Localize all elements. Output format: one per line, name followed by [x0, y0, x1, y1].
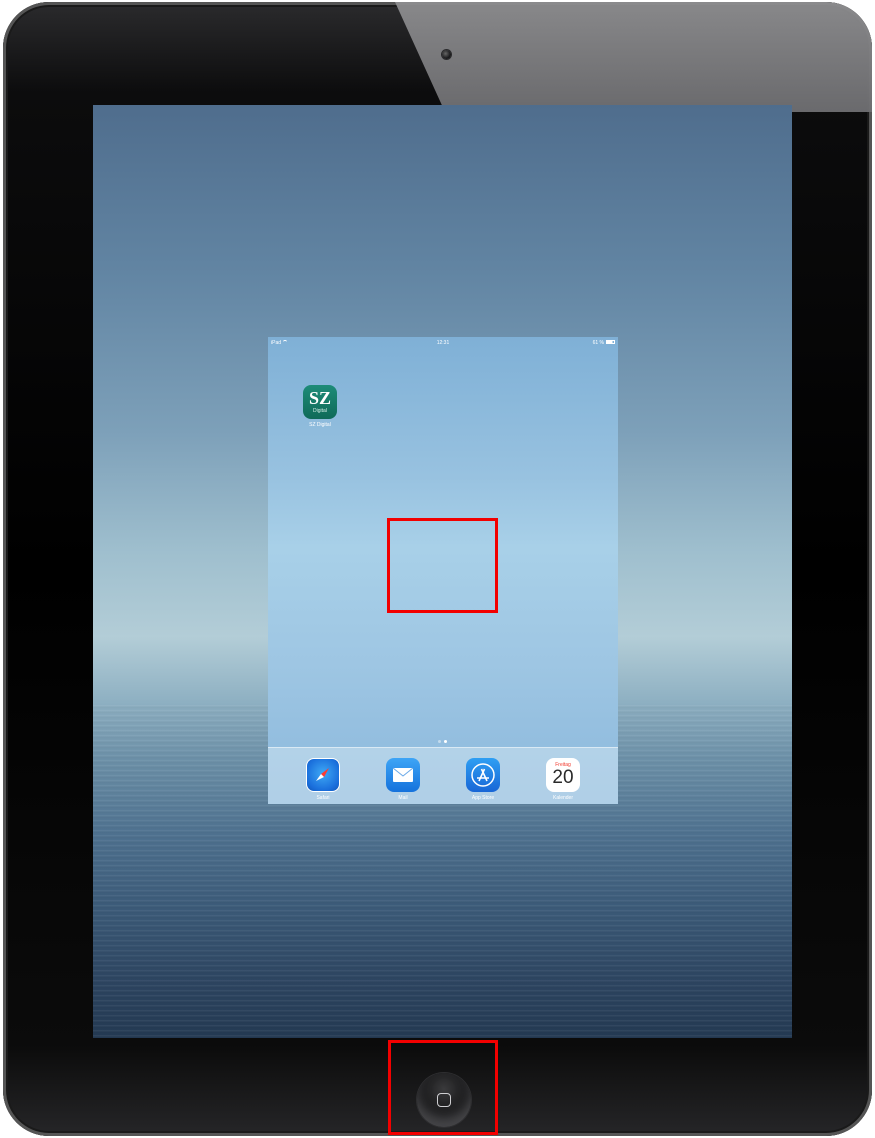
- calendar-icon: Freitag 20: [546, 758, 580, 792]
- sz-digital-icon-text: SZ: [308, 388, 332, 408]
- highlight-box-home-button: [388, 1040, 498, 1135]
- mail-icon: [386, 758, 420, 792]
- page-dot-1: [438, 740, 441, 743]
- app-label: Kalender: [552, 795, 573, 801]
- dock-app-safari[interactable]: Safari: [303, 758, 343, 801]
- dock: Safari Mail App Store Freitag 20 Kalende…: [268, 747, 618, 804]
- sz-digital-icon-subtext: Digital: [313, 408, 327, 414]
- app-store-icon: [466, 758, 500, 792]
- highlight-box-screen-center: [387, 518, 498, 613]
- battery-icon: [606, 340, 615, 344]
- frame-glare: [395, 2, 872, 112]
- dock-app-kalender[interactable]: Freitag 20 Kalender: [543, 758, 583, 801]
- safari-icon: [306, 758, 340, 792]
- dock-app-app-store[interactable]: App Store: [463, 758, 503, 801]
- dock-app-mail[interactable]: Mail: [383, 758, 423, 801]
- app-label: Mail: [398, 795, 408, 801]
- sz-digital-icon: SZ Digital: [303, 385, 337, 419]
- calendar-date: 20: [552, 767, 574, 788]
- app-sz-digital[interactable]: SZ Digital SZ Digital: [300, 385, 340, 428]
- app-label: SZ Digital: [309, 422, 331, 428]
- status-battery-text: 61 %: [592, 340, 604, 346]
- app-label: App Store: [471, 795, 495, 801]
- status-bar: iPad 12:31 61 %: [268, 337, 618, 349]
- status-time: 12:31: [436, 340, 450, 346]
- front-camera-icon: [442, 50, 451, 59]
- ipad-illustration: iPad 12:31 61 % SZ Digital SZ Digital Sa…: [0, 0, 875, 1138]
- app-label: Safari: [316, 795, 330, 801]
- page-dot-2-active: [444, 740, 447, 743]
